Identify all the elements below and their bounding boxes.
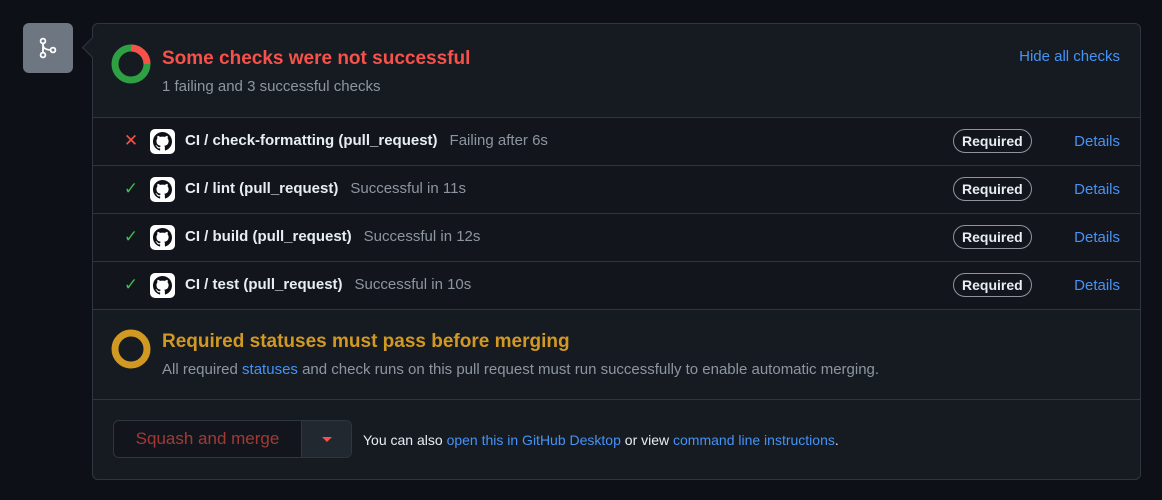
required-badge: Required bbox=[953, 177, 1032, 201]
required-badge: Required bbox=[953, 225, 1032, 249]
checks-summary-title: Some checks were not successful bbox=[162, 48, 471, 69]
check-description: Successful in 12s bbox=[363, 228, 481, 245]
check-name: CI / test (pull_request) Successful in 10… bbox=[185, 276, 472, 293]
caret-down-icon bbox=[321, 436, 332, 442]
check-description: Failing after 6s bbox=[449, 132, 548, 149]
github-logo-icon[interactable] bbox=[150, 225, 175, 250]
check-success-icon: ✓ bbox=[123, 275, 139, 294]
check-row: ✓ CI / test (pull_request) Successful in … bbox=[93, 261, 1140, 310]
check-success-icon: ✓ bbox=[123, 179, 139, 198]
check-name: CI / build (pull_request) Successful in 1… bbox=[185, 228, 481, 245]
pending-ring-icon bbox=[111, 329, 151, 369]
merge-options-dropdown-button[interactable] bbox=[302, 421, 351, 457]
squash-and-merge-button[interactable]: Squash and merge bbox=[114, 421, 302, 457]
open-github-desktop-link[interactable]: open this in GitHub Desktop bbox=[447, 432, 621, 448]
details-link[interactable]: Details bbox=[1074, 277, 1120, 294]
check-row: ✓ CI / build (pull_request) Successful in… bbox=[93, 213, 1140, 261]
required-badge: Required bbox=[953, 129, 1032, 153]
x-fail-icon: ✕ bbox=[123, 131, 139, 150]
checks-list: ✕ CI / check-formatting (pull_request) Fa… bbox=[93, 117, 1140, 310]
command-line-instructions-link[interactable]: command line instructions bbox=[673, 432, 835, 448]
check-name: CI / check-formatting (pull_request) Fail… bbox=[185, 132, 548, 149]
github-logo-icon[interactable] bbox=[150, 273, 175, 298]
details-link[interactable]: Details bbox=[1074, 133, 1120, 150]
required-statuses-text: All required statuses and check runs on … bbox=[162, 361, 880, 378]
merge-hint: You can also open this in GitHub Desktop… bbox=[363, 432, 839, 448]
check-success-icon: ✓ bbox=[123, 227, 139, 246]
checks-summary-subtitle: 1 failing and 3 successful checks bbox=[162, 78, 381, 95]
git-merge-icon bbox=[23, 23, 73, 73]
details-link[interactable]: Details bbox=[1074, 229, 1120, 246]
required-statuses-section: Required statuses must pass before mergi… bbox=[93, 307, 1140, 400]
hide-all-checks-link[interactable]: Hide all checks bbox=[1019, 48, 1120, 65]
check-row: ✓ CI / lint (pull_request) Successful in … bbox=[93, 165, 1140, 213]
check-description: Successful in 10s bbox=[354, 276, 472, 293]
details-link[interactable]: Details bbox=[1074, 181, 1120, 198]
checks-status-donut-icon bbox=[111, 44, 151, 84]
required-statuses-title: Required statuses must pass before mergi… bbox=[162, 331, 570, 352]
merge-checks-panel: Some checks were not successful 1 failin… bbox=[92, 23, 1141, 480]
checks-summary-header: Some checks were not successful 1 failin… bbox=[93, 24, 1140, 117]
github-logo-icon[interactable] bbox=[150, 177, 175, 202]
required-badge: Required bbox=[953, 273, 1032, 297]
merge-button-group: Squash and merge bbox=[113, 420, 352, 458]
statuses-link[interactable]: statuses bbox=[242, 361, 298, 378]
check-description: Successful in 11s bbox=[350, 180, 466, 197]
github-logo-icon[interactable] bbox=[150, 129, 175, 154]
check-row: ✕ CI / check-formatting (pull_request) Fa… bbox=[93, 117, 1140, 165]
merge-bar: Squash and merge You can also open this … bbox=[93, 400, 1140, 480]
check-name: CI / lint (pull_request) Successful in 11… bbox=[185, 180, 466, 197]
